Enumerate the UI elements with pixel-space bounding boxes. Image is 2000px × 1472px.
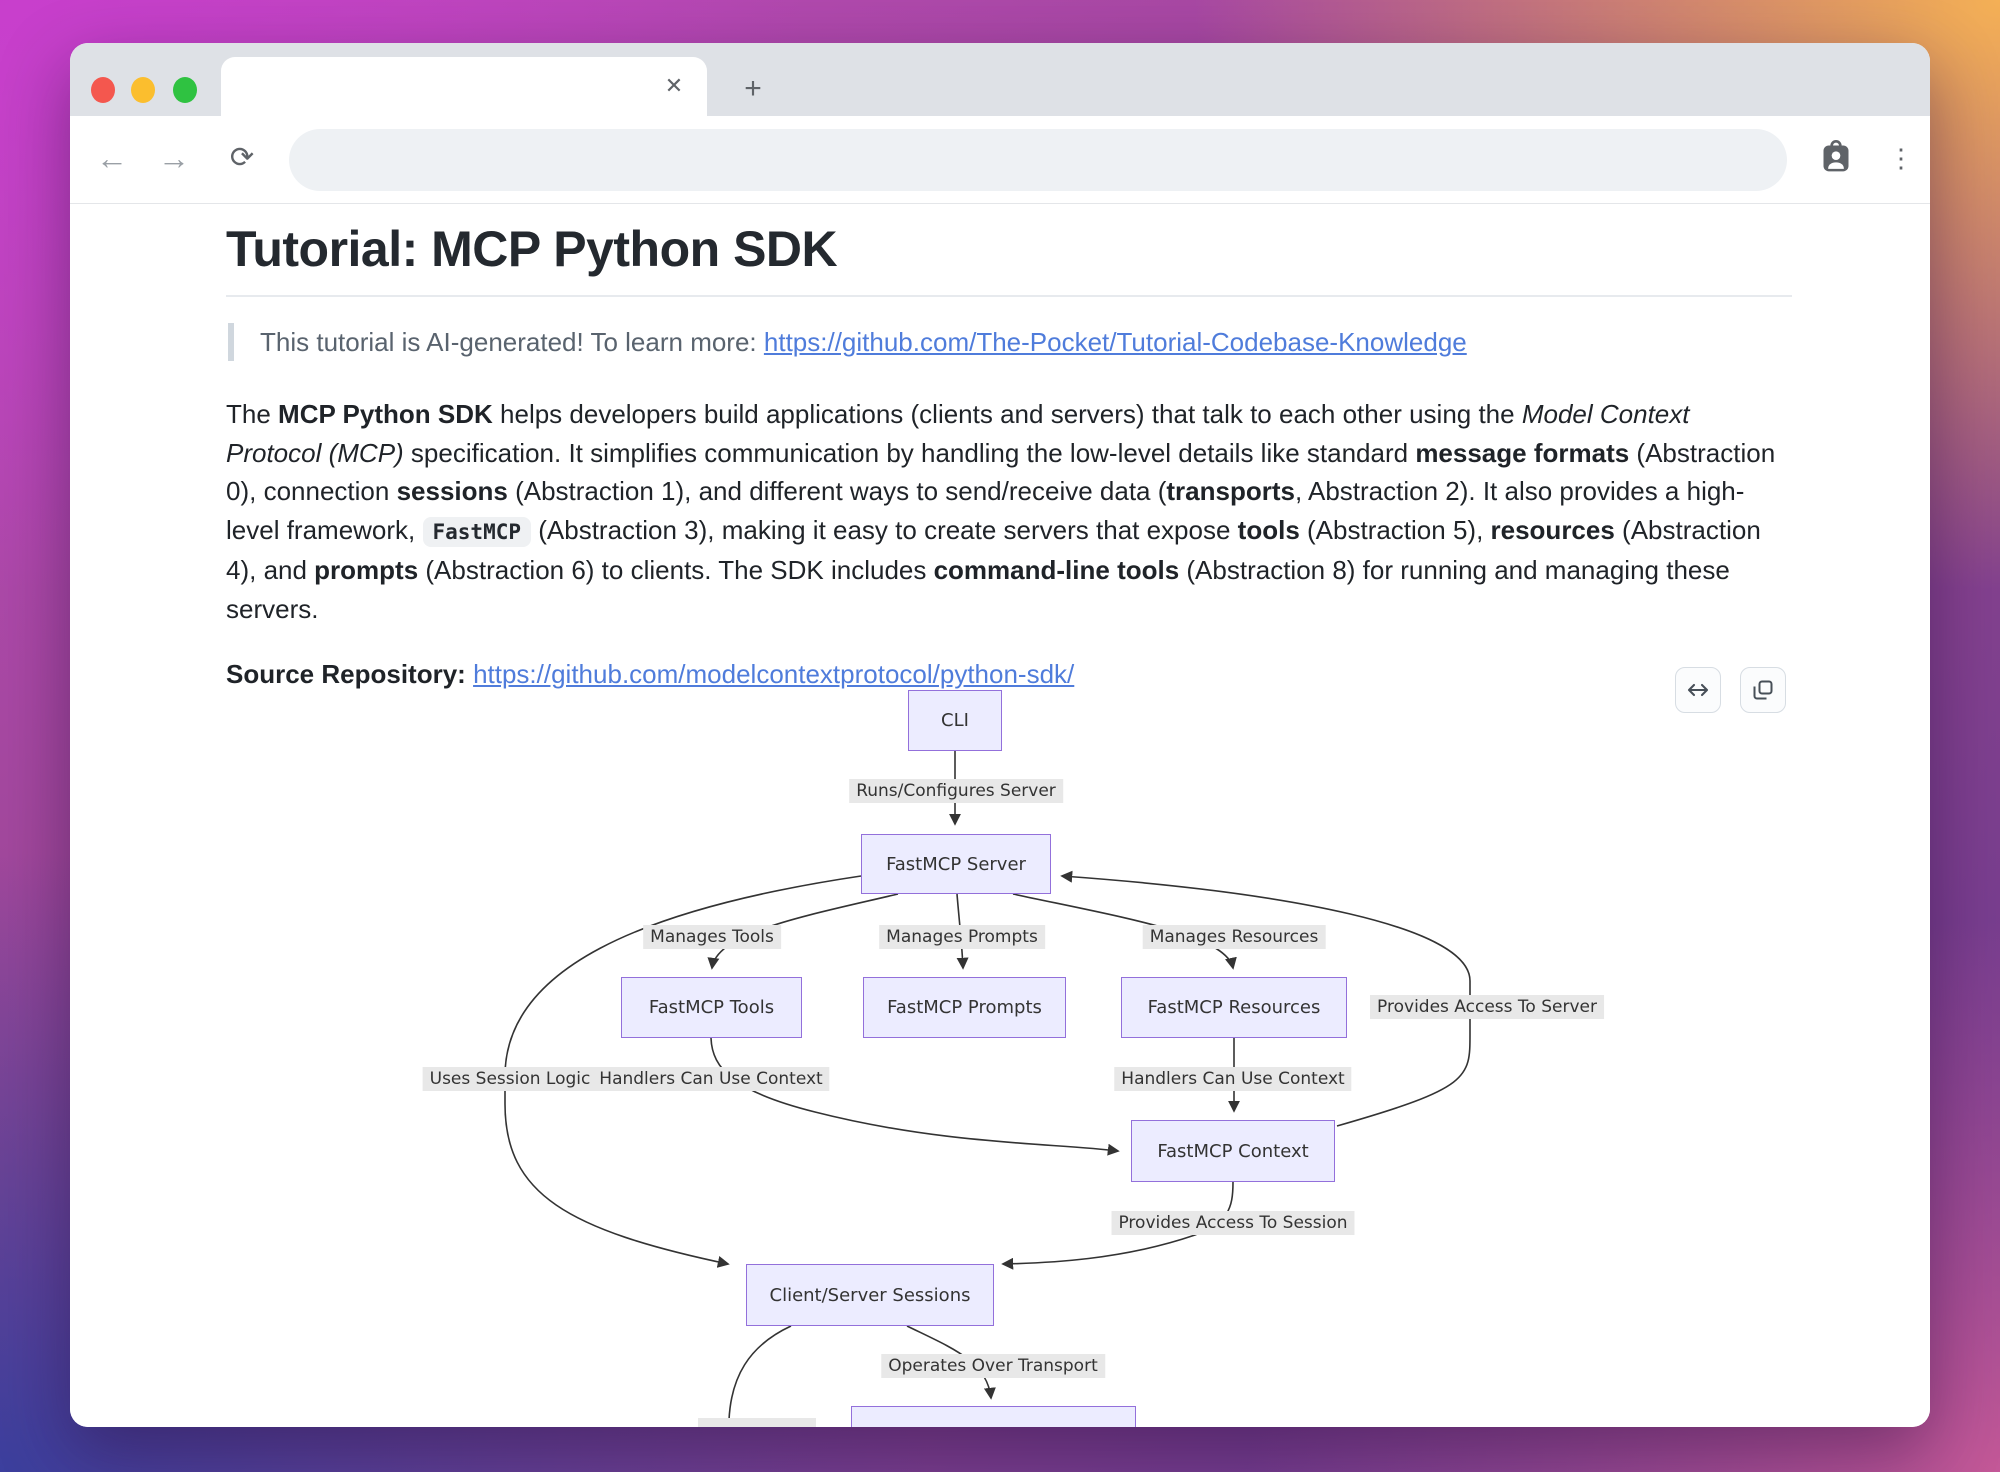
copy-icon [1751,678,1775,702]
text-run: prompts [314,555,418,585]
edge-label: Provides Access To Server [1370,995,1604,1019]
horizontal-expand-icon [1686,678,1710,702]
kebab-menu-icon[interactable]: ⋮ [1886,138,1916,178]
diagram-edge-sessions-to-clipped [729,1326,791,1420]
text-run: specification. It simplifies communicati… [404,438,1416,468]
text-run: tools [1238,515,1300,545]
browser-window: ✕ + ← → ⟳ ⋮ Tutorial: MCP Python SDK Thi… [70,43,1930,1427]
new-tab-button[interactable]: + [736,73,770,107]
diagram-node-cli: CLI [908,690,1002,751]
page-content: Tutorial: MCP Python SDK This tutorial i… [70,204,1930,1427]
text-run: command-line tools [934,555,1180,585]
diagram-node-client-server-sessions: Client/Server Sessions [746,1264,994,1326]
ai-generated-note: This tutorial is AI-generated! To learn … [228,323,1792,361]
text-run: message formats [1415,438,1629,468]
text-run: resources [1491,515,1615,545]
inline-link[interactable]: https://github.com/modelcontextprotocol/… [473,659,1074,689]
document: Tutorial: MCP Python SDK This tutorial i… [226,204,1792,690]
text-run: MCP Python SDK [278,399,493,429]
edge-label: Manages Tools [643,925,781,949]
title-divider [226,295,1792,297]
diagram-node-fastmcp-resources: FastMCP Resources [1121,977,1347,1038]
text-run: (Abstraction 5), [1300,515,1491,545]
diagram-node-fastmcp-prompts: FastMCP Prompts [863,977,1066,1038]
diagram-edge-server-to-sessions [505,876,861,1264]
diagram-edge-context-to-server [1062,876,1470,1126]
url-bar[interactable] [289,129,1787,191]
edge-label: Provides Access To Session [1111,1211,1354,1235]
browser-toolbar: ← → ⟳ ⋮ [70,116,1930,204]
text-run: This tutorial is AI-generated! To learn … [260,327,764,357]
edge-label: Operates Over Transport [881,1354,1105,1378]
text-run: (Abstraction 1), and different ways to s… [508,476,1167,506]
expand-diagram-button[interactable] [1675,667,1721,713]
edge-label: Uses Session Logic [423,1067,598,1091]
source-repository-line: Source Repository: https://github.com/mo… [226,659,1792,690]
text-run: helps developers build applications (cli… [493,399,1522,429]
clipped-edge-label [698,1418,816,1427]
inline-link[interactable]: https://github.com/The-Pocket/Tutorial-C… [764,327,1467,357]
diagram-edge-sessions-to-transport [907,1326,991,1398]
reload-icon[interactable]: ⟳ [220,136,264,180]
edge-label: Manages Prompts [879,925,1045,949]
close-window-button[interactable] [91,77,115,103]
page-title: Tutorial: MCP Python SDK [226,220,1792,278]
diagram-edge-server-to-tools [712,894,898,968]
diagram-node-fastmcp-server: FastMCP Server [861,834,1051,894]
close-tab-icon[interactable]: ✕ [659,71,689,101]
edge-label: Handlers Can Use Context [592,1067,829,1091]
profile-icon[interactable] [1816,138,1856,178]
inline-code: FastMCP [423,517,532,547]
edge-label: Manages Resources [1143,925,1326,949]
diagram-edge-server-to-prompts [957,894,963,968]
diagram-edge-server-to-resources [1013,894,1233,968]
diagram-edge-tools-to-context [711,1038,1118,1151]
intro-paragraph: The MCP Python SDK helps developers buil… [226,395,1792,628]
text-run: (Abstraction 3), making it easy to creat… [531,515,1238,545]
browser-tab[interactable]: ✕ [221,57,707,116]
text-run: transports [1166,476,1295,506]
text-run: The [226,399,278,429]
diagram-node-fastmcp-context: FastMCP Context [1131,1120,1335,1182]
edge-label: Handlers Can Use Context [1114,1067,1351,1091]
diagram-edge-context-to-sessions [1003,1182,1233,1264]
diagram-node-transports [851,1406,1136,1427]
back-icon[interactable]: ← [90,136,134,180]
text-run [466,659,473,689]
minimize-window-button[interactable] [131,77,155,103]
tab-strip: ✕ + [70,43,1930,116]
text-run: (Abstraction 6) to clients. The SDK incl… [418,555,933,585]
forward-icon[interactable]: → [152,136,196,180]
text-run: sessions [397,476,508,506]
maximize-window-button[interactable] [173,77,197,103]
copy-diagram-button[interactable] [1740,667,1786,713]
edge-label: Runs/Configures Server [849,779,1063,803]
diagram-node-fastmcp-tools: FastMCP Tools [621,977,802,1038]
text-run: Source Repository: [226,659,466,689]
